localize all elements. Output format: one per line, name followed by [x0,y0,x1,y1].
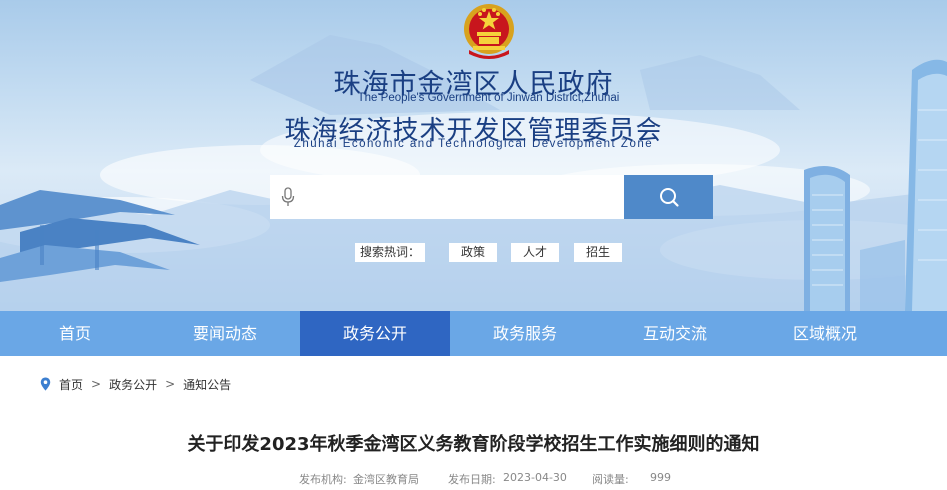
hot-word-talent[interactable]: 人才 [511,243,559,262]
breadcrumb-separator: > [91,377,102,391]
search-button[interactable] [624,175,713,219]
site-subtitle-en: Zhuhai Economic and Technological Develo… [293,138,654,150]
publisher-value: 金湾区教育局 [353,473,419,486]
views-count: 999 [650,471,671,484]
search-input[interactable] [304,175,618,221]
article-title: 关于印发2023年秋季金湾区义务教育阶段学校招生工作实施细则的通知 [187,434,760,455]
microphone-icon[interactable] [280,187,296,207]
national-emblem-icon [464,4,514,59]
nav-government-services[interactable]: 政务服务 [450,311,600,356]
nav-government-affairs-open[interactable]: 政务公开 [300,311,450,356]
location-pin-icon [40,377,51,391]
site-title-en: The People's Government of Jinwan Distri… [357,92,620,104]
breadcrumb: 首页 > 政务公开 > 通知公告 [40,376,231,392]
nav-region-overview[interactable]: 区域概况 [750,311,900,356]
main-nav: 首页 要闻动态 政务公开 政务服务 互动交流 区域概况 [0,311,947,356]
nav-home[interactable]: 首页 [0,311,150,356]
hot-words-label: 搜索热词： [355,243,425,262]
views-label: 阅读量: [592,473,629,486]
breadcrumb-home[interactable]: 首页 [59,376,83,393]
search-icon [659,188,679,207]
search-box [270,175,624,221]
hot-word-enrollment[interactable]: 招生 [574,243,622,262]
publish-date-label: 发布日期: [448,473,496,486]
publisher-label: 发布机构: [299,473,347,486]
breadcrumb-notices[interactable]: 通知公告 [183,376,231,393]
publish-date-value: 2023-04-30 [503,471,567,484]
breadcrumb-separator: > [165,377,176,391]
header-banner: 珠海市金湾区人民政府 The People's Government of Ji… [0,0,947,311]
nav-news[interactable]: 要闻动态 [150,311,300,356]
hot-word-policy[interactable]: 政策 [449,243,497,262]
breadcrumb-government-affairs[interactable]: 政务公开 [109,376,157,393]
nav-interaction[interactable]: 互动交流 [600,311,750,356]
